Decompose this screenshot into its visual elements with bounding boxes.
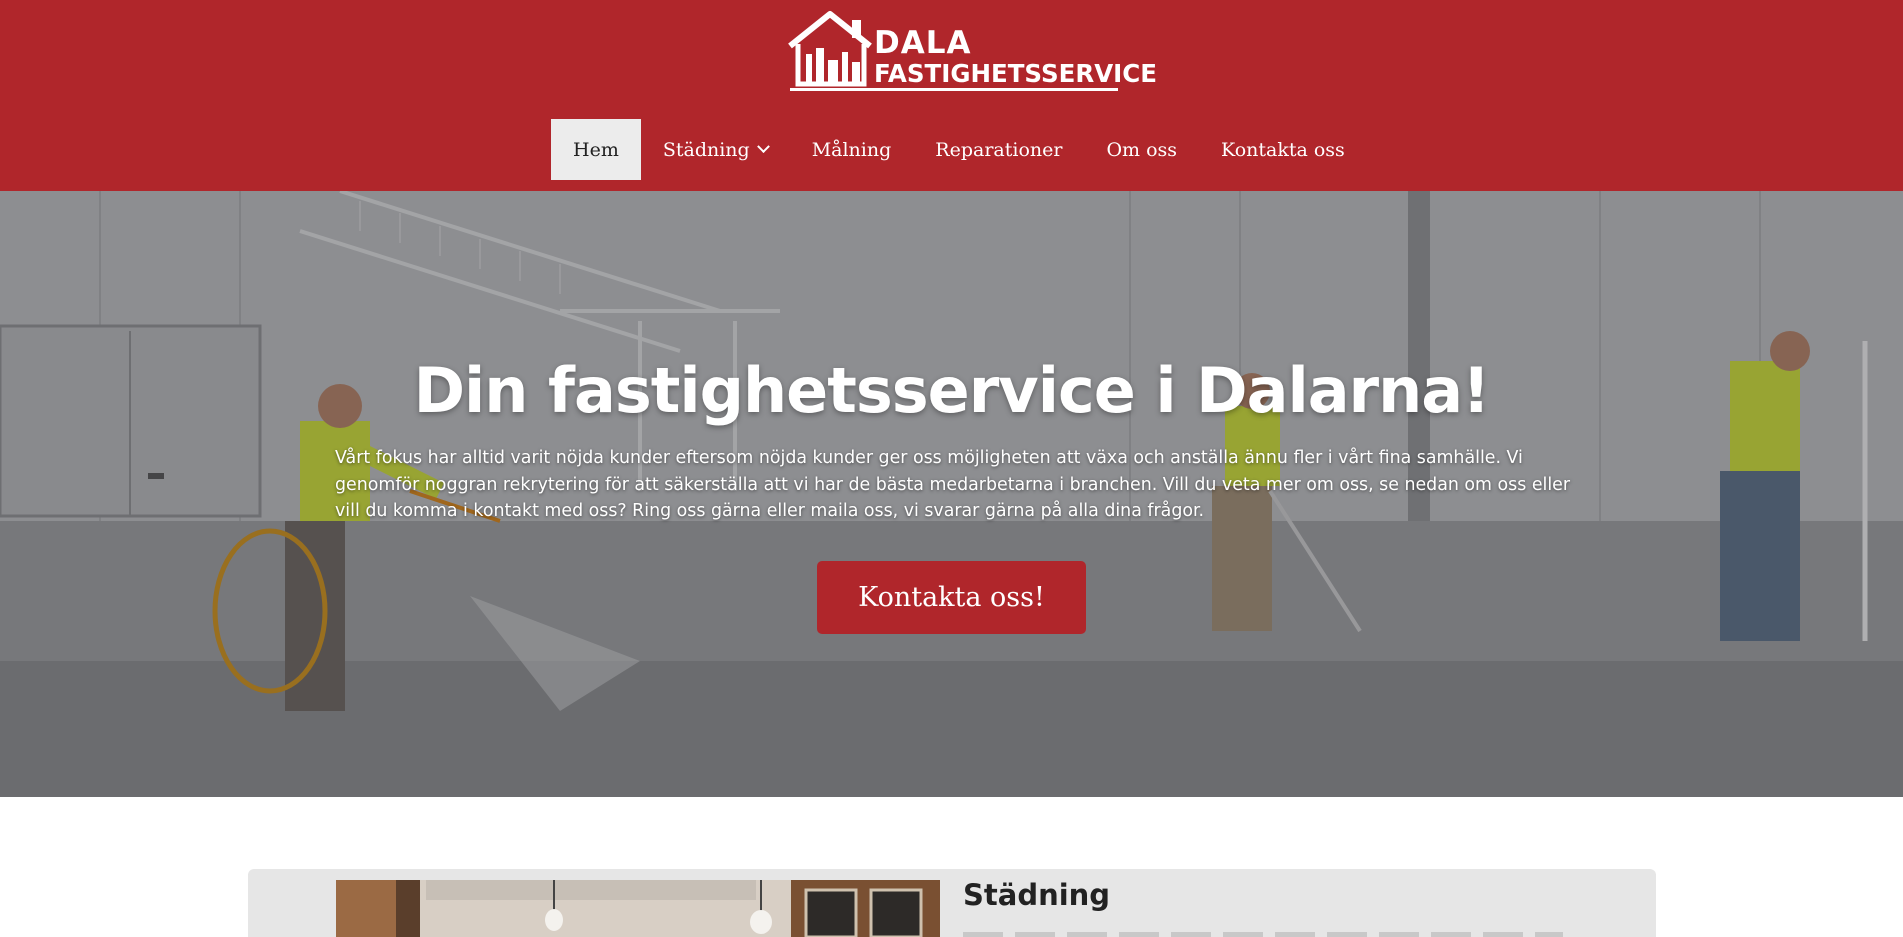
nav-item-reparationer[interactable]: Reparationer bbox=[913, 119, 1084, 180]
nav-item-label: Kontakta oss bbox=[1221, 138, 1345, 161]
nav-item-label: Städning bbox=[662, 138, 750, 161]
hero-description: Vårt fokus har alltid varit nöjda kunder… bbox=[335, 448, 1571, 521]
logo-text-secondary: FASTIGHETSSERVICE bbox=[874, 59, 1158, 88]
service-title: Städning bbox=[963, 878, 1111, 912]
service-description-preview bbox=[963, 932, 1563, 937]
site-header: DALA FASTIGHETSSERVICE Hem Städning Måln… bbox=[0, 0, 1903, 191]
nav-item-label: Om oss bbox=[1106, 138, 1178, 161]
contact-cta-button[interactable]: Kontakta oss! bbox=[817, 561, 1086, 634]
hero-title: Din fastighetsservice i Dalarna! bbox=[413, 354, 1491, 427]
nav-item-label: Hem bbox=[573, 138, 619, 161]
chevron-down-icon bbox=[756, 140, 770, 154]
nav-item-label: Målning bbox=[811, 138, 892, 161]
nav-item-kontakta-oss[interactable]: Kontakta oss bbox=[1199, 119, 1367, 180]
house-logo-icon bbox=[788, 11, 872, 87]
main-nav: Hem Städning Målning Reparationer Om oss… bbox=[551, 119, 1367, 180]
logo-text-primary: DALA bbox=[874, 25, 972, 61]
logo-underline bbox=[790, 88, 1118, 91]
hero-banner: Din fastighetsservice i Dalarna! Vårt fo… bbox=[0, 191, 1903, 797]
kitchen-image bbox=[336, 880, 940, 937]
nav-item-malning[interactable]: Målning bbox=[790, 119, 914, 180]
nav-item-om-oss[interactable]: Om oss bbox=[1084, 119, 1199, 180]
nav-item-hem[interactable]: Hem bbox=[551, 119, 641, 180]
service-image bbox=[336, 880, 940, 937]
site-logo[interactable]: DALA FASTIGHETSSERVICE bbox=[786, 10, 1157, 92]
nav-item-label: Reparationer bbox=[935, 138, 1063, 161]
nav-item-stadning[interactable]: Städning bbox=[641, 119, 790, 180]
